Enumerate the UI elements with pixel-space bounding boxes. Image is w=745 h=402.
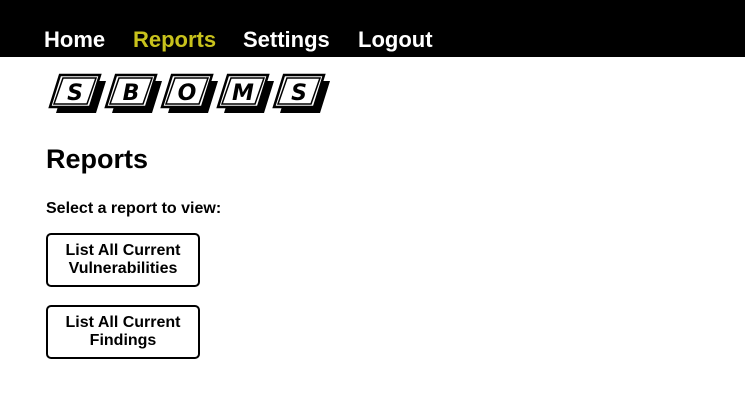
sboms-logo: SBOMS — [46, 73, 336, 119]
logo-letter-tile: M — [216, 73, 274, 113]
report-instructions: Select a report to view: — [46, 200, 222, 217]
logo-letter-tile: S — [272, 73, 330, 113]
sboms-logo-graphic: SBOMS — [48, 73, 330, 113]
logo-letter-tile: S — [48, 73, 106, 113]
logo-letter: B — [123, 81, 140, 106]
logo-letter: S — [291, 81, 307, 106]
button-label-line: Vulnerabilities — [68, 260, 178, 277]
logo-letter: M — [232, 81, 254, 106]
logo-letter-tile: B — [104, 73, 162, 113]
top-navigation-bar: Home Reports Settings Logout — [0, 0, 745, 57]
button-label-line: Findings — [89, 332, 157, 349]
nav-logout-link[interactable]: Logout — [358, 27, 433, 53]
page-title: Reports — [46, 144, 149, 174]
nav-settings-link[interactable]: Settings — [243, 27, 330, 53]
nav-home-link[interactable]: Home — [44, 27, 105, 53]
nav-reports-link[interactable]: Reports — [133, 27, 216, 53]
button-label-line: List All Current — [65, 314, 181, 331]
button-label-line: List All Current — [65, 242, 181, 259]
list-findings-button[interactable]: List All Current Findings — [46, 305, 200, 359]
logo-letter: O — [178, 81, 197, 106]
logo-letter-tile: O — [160, 73, 218, 113]
logo-letter: S — [67, 81, 83, 106]
list-vulnerabilities-button[interactable]: List All Current Vulnerabilities — [46, 233, 200, 287]
